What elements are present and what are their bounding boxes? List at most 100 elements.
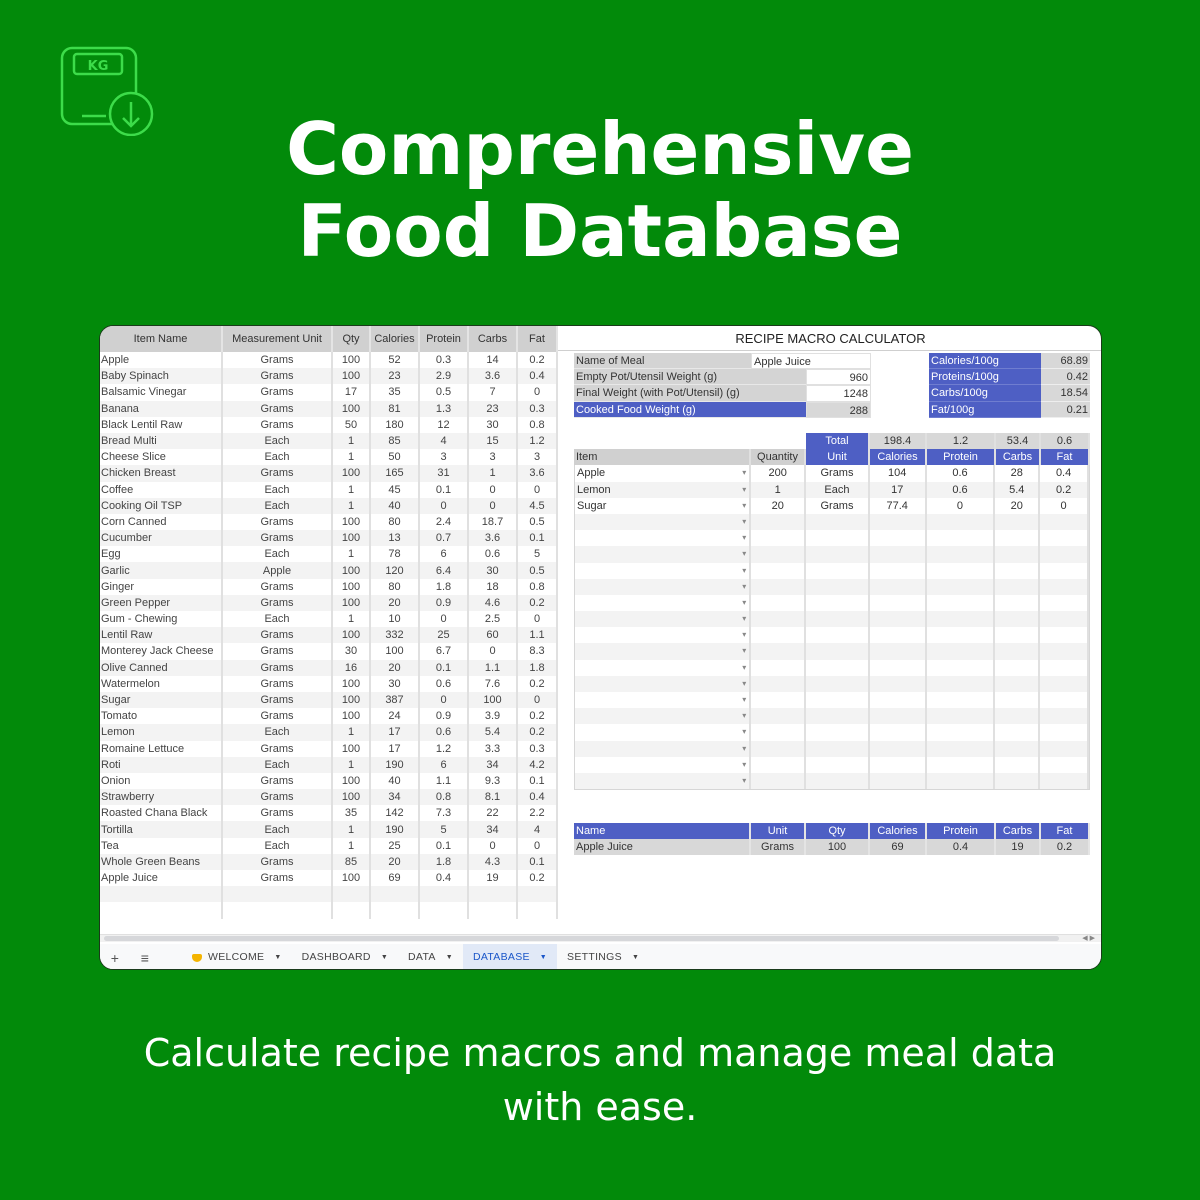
table-cell[interactable]: 35 (332, 805, 371, 822)
ingredient-row[interactable]: Lemon ▾ 1 Each 17 0.6 5.4 0.2 (575, 481, 1089, 498)
table-cell[interactable]: 0.2 (517, 870, 558, 887)
table-cell[interactable]: Each (222, 611, 333, 628)
table-cell[interactable]: 30 (332, 643, 371, 660)
ingredient-row[interactable]: ▾ (575, 513, 1089, 531)
table-cell[interactable]: Grams (222, 352, 333, 369)
table-cell[interactable]: Tea (100, 837, 223, 854)
sheet-tab-database[interactable]: DATABASE ▼ (462, 944, 558, 969)
table-cell[interactable]: Each (222, 481, 333, 498)
table-cell[interactable] (419, 902, 469, 919)
quantity-input[interactable] (751, 724, 807, 741)
table-cell[interactable]: 7 (468, 384, 518, 401)
table-cell[interactable]: 1.2 (517, 432, 558, 450)
table-cell[interactable]: Monterey Jack Cheese (100, 643, 223, 660)
column-header[interactable]: Qty (332, 326, 371, 352)
table-cell[interactable]: 0 (419, 691, 469, 709)
table-cell[interactable]: 100 (332, 400, 371, 417)
ingredient-row[interactable]: Sugar ▾ 20 Grams 77.4 0 20 0 (575, 497, 1089, 514)
table-cell[interactable]: 0 (517, 481, 558, 498)
table-cell[interactable]: 3 (419, 449, 469, 466)
table-cell[interactable]: 30 (468, 416, 518, 433)
empty-pot-input[interactable]: 960 (806, 369, 871, 386)
quantity-input[interactable] (751, 562, 807, 579)
table-cell[interactable]: 50 (370, 449, 420, 466)
ingredient-row[interactable]: ▾ (575, 659, 1089, 676)
table-cell[interactable]: 5.4 (468, 724, 518, 741)
quantity-input[interactable] (751, 708, 807, 725)
table-cell[interactable]: Each (222, 756, 333, 773)
table-row[interactable]: Monterey Jack Cheese Grams 30 100 6.7 0 8.3 (100, 643, 558, 660)
table-cell[interactable]: 0.1 (419, 837, 469, 854)
table-cell[interactable]: 50 (332, 416, 371, 433)
table-cell[interactable]: 0.1 (517, 530, 558, 547)
table-cell[interactable]: 34 (468, 821, 518, 838)
quantity-input[interactable] (751, 772, 807, 790)
table-cell[interactable]: 81 (370, 400, 420, 417)
table-cell[interactable]: 0 (468, 837, 518, 854)
table-cell[interactable]: 31 (419, 465, 469, 482)
ingredient-row[interactable]: ▾ (575, 562, 1089, 579)
table-row[interactable]: Green Pepper Grams 100 20 0.9 4.6 0.2 (100, 594, 558, 611)
table-cell[interactable]: 100 (332, 708, 371, 725)
ingredient-row[interactable]: ▾ (575, 740, 1089, 757)
table-cell[interactable]: 120 (370, 562, 420, 579)
ingredient-select[interactable]: ▾ (575, 692, 752, 709)
table-cell[interactable]: 1.1 (468, 659, 518, 676)
quantity-input[interactable] (751, 675, 807, 692)
table-cell[interactable]: 0.4 (419, 870, 469, 887)
table-cell[interactable]: 78 (370, 546, 420, 563)
table-cell[interactable]: 23 (370, 368, 420, 385)
table-cell[interactable]: 100 (332, 675, 371, 692)
table-cell[interactable]: 40 (370, 497, 420, 514)
table-row[interactable]: Romaine Lettuce Grams 100 17 1.2 3.3 0.3 (100, 740, 558, 757)
table-cell[interactable]: 20 (370, 659, 420, 676)
table-cell[interactable]: 80 (370, 578, 420, 595)
table-cell[interactable]: Lemon (100, 724, 223, 741)
table-cell[interactable]: 1 (332, 432, 371, 450)
table-row[interactable]: Lemon Each 1 17 0.6 5.4 0.2 (100, 724, 558, 741)
table-cell[interactable] (332, 886, 371, 903)
table-cell[interactable]: 17 (332, 384, 371, 401)
table-cell[interactable]: 1 (332, 724, 371, 741)
table-cell[interactable]: 85 (370, 432, 420, 450)
ingredient-select[interactable]: ▾ (575, 740, 752, 757)
table-cell[interactable]: 0.3 (419, 352, 469, 369)
table-cell[interactable] (222, 886, 333, 903)
table-cell[interactable]: Whole Green Beans (100, 853, 223, 870)
ingredient-row[interactable]: ▾ (575, 594, 1089, 612)
table-cell[interactable]: 0 (517, 691, 558, 709)
table-cell[interactable] (468, 886, 518, 903)
table-cell[interactable]: Cheese Slice (100, 449, 223, 466)
scroll-arrows[interactable]: ◀ ▶ (1082, 934, 1095, 942)
table-cell[interactable]: Bread Multi (100, 432, 223, 450)
table-cell[interactable]: 100 (370, 643, 420, 660)
ingredient-select[interactable]: Sugar ▾ (575, 497, 752, 514)
table-row[interactable]: Whole Green Beans Grams 85 20 1.8 4.3 0.1 (100, 853, 558, 870)
caret-down-icon[interactable]: ▼ (446, 944, 453, 969)
table-cell[interactable]: Grams (222, 708, 333, 725)
dropdown-arrow-icon[interactable]: ▾ (742, 465, 746, 481)
quantity-input[interactable] (751, 659, 807, 676)
quantity-input[interactable] (751, 643, 807, 660)
table-cell[interactable]: Grams (222, 594, 333, 611)
table-cell[interactable]: 100 (332, 530, 371, 547)
table-cell[interactable]: 3 (517, 449, 558, 466)
table-row[interactable]: Baby Spinach Grams 100 23 2.9 3.6 0.4 (100, 368, 558, 385)
table-cell[interactable]: 100 (332, 772, 371, 790)
ingredient-select[interactable]: ▾ (575, 594, 752, 612)
table-cell[interactable]: Grams (222, 400, 333, 417)
table-cell[interactable]: 13 (370, 530, 420, 547)
table-row[interactable]: Tomato Grams 100 24 0.9 3.9 0.2 (100, 708, 558, 725)
table-cell[interactable]: 165 (370, 465, 420, 482)
table-cell[interactable]: Apple (100, 352, 223, 369)
dropdown-arrow-icon[interactable]: ▾ (742, 530, 746, 546)
table-cell[interactable]: Grams (222, 465, 333, 482)
table-cell[interactable]: Grams (222, 578, 333, 595)
sheet-tab-settings[interactable]: SETTINGS ▼ (557, 944, 649, 969)
table-cell[interactable]: 190 (370, 756, 420, 773)
table-cell[interactable] (419, 886, 469, 903)
table-cell[interactable]: Gum - Chewing (100, 611, 223, 628)
table-cell[interactable]: 0.8 (517, 416, 558, 433)
table-cell[interactable]: 16 (332, 659, 371, 676)
table-cell[interactable]: 4 (517, 821, 558, 838)
